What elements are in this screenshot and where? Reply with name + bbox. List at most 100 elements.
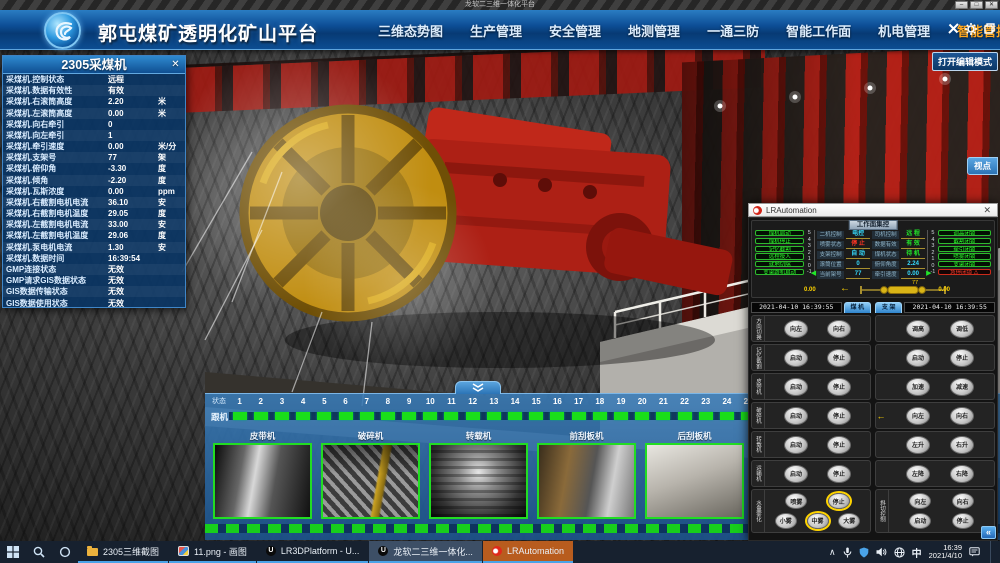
network-globe-icon[interactable] — [894, 547, 905, 558]
nav-menu-item[interactable]: 安全管理 — [549, 21, 601, 40]
lr-green-button[interactable]: 支架跟机启动 — [755, 269, 804, 275]
expand-panel-button[interactable]: « — [981, 526, 996, 539]
round-control-button[interactable]: 启动 — [906, 349, 930, 367]
support-ok-indicator — [678, 412, 692, 420]
round-control-button[interactable]: 小雾 — [775, 513, 797, 529]
support-ok-indicator — [508, 412, 522, 420]
data-label: 采煤机.控制状态 — [6, 74, 108, 85]
round-control-button[interactable]: 右降 — [950, 465, 974, 483]
round-control-button[interactable]: 启动 — [784, 378, 808, 396]
round-control-button[interactable]: 大雾 — [838, 513, 860, 529]
camera-thumbnail[interactable] — [321, 443, 420, 519]
round-control-button[interactable]: 启动 — [784, 465, 808, 483]
gear-icon[interactable] — [964, 22, 978, 35]
round-control-button[interactable]: 右升 — [950, 436, 974, 454]
lr-green-button[interactable]: 煤机启动 — [755, 230, 804, 236]
viewpoint-tab[interactable]: 视点 — [967, 157, 998, 175]
round-control-button[interactable]: 停止 — [828, 493, 850, 509]
round-control-button[interactable]: 调高 — [906, 320, 930, 338]
support-number: 6 — [343, 397, 347, 410]
lr-green-button[interactable]: 远程投入 — [755, 253, 804, 259]
action-center-icon[interactable] — [969, 547, 980, 557]
lr-lock-button[interactable]: 截割闭锁 — [938, 238, 991, 244]
round-control-button[interactable]: 向左 — [906, 407, 930, 425]
round-control-button[interactable]: 停止 — [827, 465, 851, 483]
shearer-group-tab[interactable]: 煤 机 — [844, 302, 871, 313]
status-value: 待 机 — [901, 250, 925, 259]
close-button[interactable]: ✕ — [985, 1, 998, 9]
status-row: 当前架号 77 牵引速度 0.00 — [817, 270, 925, 279]
round-control-button[interactable]: 启动 — [784, 436, 808, 454]
lr-close-icon[interactable]: ✕ — [983, 205, 993, 216]
taskbar-task[interactable]: 2305三维截图 — [78, 541, 168, 563]
nav-menu-item[interactable]: 一通三防 — [707, 21, 759, 40]
lr-lock-button[interactable]: 急停闭锁 ⚠ — [938, 269, 991, 275]
round-control-button[interactable]: 停止 — [827, 436, 851, 454]
support-state-cell: 7 — [356, 397, 377, 420]
camera-thumbnail[interactable] — [537, 443, 636, 519]
round-control-button[interactable]: 中雾 — [807, 513, 829, 529]
open-edit-mode-button[interactable]: 打开编辑模式 — [932, 52, 998, 71]
round-control-button[interactable]: 向左 — [784, 320, 808, 338]
workface-control-tab[interactable]: 工作面集控 — [849, 220, 898, 230]
tray-chevron-icon[interactable]: ∧ — [829, 547, 836, 558]
round-control-button[interactable]: 向右 — [952, 493, 974, 509]
round-control-button[interactable]: 加速 — [906, 378, 930, 396]
minimize-button[interactable]: – — [955, 1, 968, 9]
position-slider[interactable] — [860, 285, 946, 295]
round-control-button[interactable]: 停止 — [827, 407, 851, 425]
camera-thumbnail[interactable] — [213, 443, 312, 519]
round-control-button[interactable]: 启动 — [909, 513, 931, 529]
lr-green-button[interactable]: 记忆截割 — [755, 246, 804, 252]
taskbar-task[interactable]: LRAutomation — [483, 541, 573, 563]
start-button[interactable] — [0, 541, 26, 563]
show-desktop-button[interactable] — [990, 541, 994, 563]
speaker-icon[interactable] — [876, 547, 887, 557]
round-control-button[interactable]: 停止 — [827, 378, 851, 396]
camera-thumbnail[interactable] — [429, 443, 528, 519]
round-control-button[interactable]: 停止 — [827, 349, 851, 367]
search-button[interactable] — [26, 541, 52, 563]
cortana-button[interactable] — [52, 541, 78, 563]
camera-thumbnail[interactable] — [645, 443, 744, 519]
round-control-button[interactable]: 减速 — [950, 378, 974, 396]
control-group: 启动 停止 — [875, 344, 995, 371]
round-control-button[interactable]: 左降 — [906, 465, 930, 483]
round-control-button[interactable]: 向右 — [827, 320, 851, 338]
round-control-button[interactable]: 向左 — [909, 493, 931, 509]
panel-close-icon[interactable]: ✕ — [169, 58, 182, 71]
collapse-panel-button[interactable] — [455, 381, 501, 394]
lr-lock-button[interactable]: 牵引闭锁 — [938, 246, 991, 252]
lr-lock-button[interactable]: 调高闭锁 — [938, 230, 991, 236]
support-group-tab[interactable]: 支 架 — [875, 302, 902, 313]
ime-indicator[interactable]: 中 — [912, 545, 922, 560]
round-control-button[interactable]: 停止 — [950, 349, 974, 367]
nav-menu-item[interactable]: 智能工作面 — [786, 21, 851, 40]
round-control-button[interactable]: 向右 — [950, 407, 974, 425]
round-control-button[interactable]: 启动 — [784, 407, 808, 425]
round-control-button[interactable]: 停止 — [952, 513, 974, 529]
lr-green-button[interactable]: 煤机停止 — [755, 238, 804, 244]
microphone-icon[interactable] — [843, 547, 852, 558]
lr-lock-button[interactable]: 支架闭锁 — [938, 261, 991, 267]
taskbar-task[interactable]: 11.png - 画图 — [169, 541, 256, 563]
taskbar-task[interactable]: 龙软二三维一体化... — [369, 541, 482, 563]
lr-green-button[interactable]: 就地切除 — [755, 261, 804, 267]
nav-menu-item[interactable]: 机电管理 — [878, 21, 930, 40]
nav-menu-item[interactable]: 地测管理 — [628, 21, 680, 40]
lr-lock-button[interactable]: 喷雾闭锁 — [938, 253, 991, 259]
security-shield-icon[interactable] — [859, 547, 869, 558]
nav-menu-item[interactable]: 生产管理 — [470, 21, 522, 40]
round-control-button[interactable]: 喷雾 — [785, 493, 807, 509]
camera-feed: 皮带机 — [213, 430, 312, 519]
round-control-button[interactable]: 左升 — [906, 436, 930, 454]
round-control-button[interactable]: 启动 — [784, 349, 808, 367]
nav-menu-item[interactable]: 三维态势图 — [378, 21, 443, 40]
taskbar-clock[interactable]: 16:39 2021/4/10 — [929, 544, 962, 561]
taskbar-task[interactable]: LR3DPlatform - U... — [257, 541, 369, 563]
round-control-button[interactable]: 调低 — [950, 320, 974, 338]
restore-window-icon[interactable] — [982, 22, 996, 35]
lr-right-group-column: 调高 调低 启动 — [875, 315, 995, 487]
maximize-button[interactable]: □ — [970, 1, 983, 9]
tools-icon[interactable] — [946, 22, 960, 35]
